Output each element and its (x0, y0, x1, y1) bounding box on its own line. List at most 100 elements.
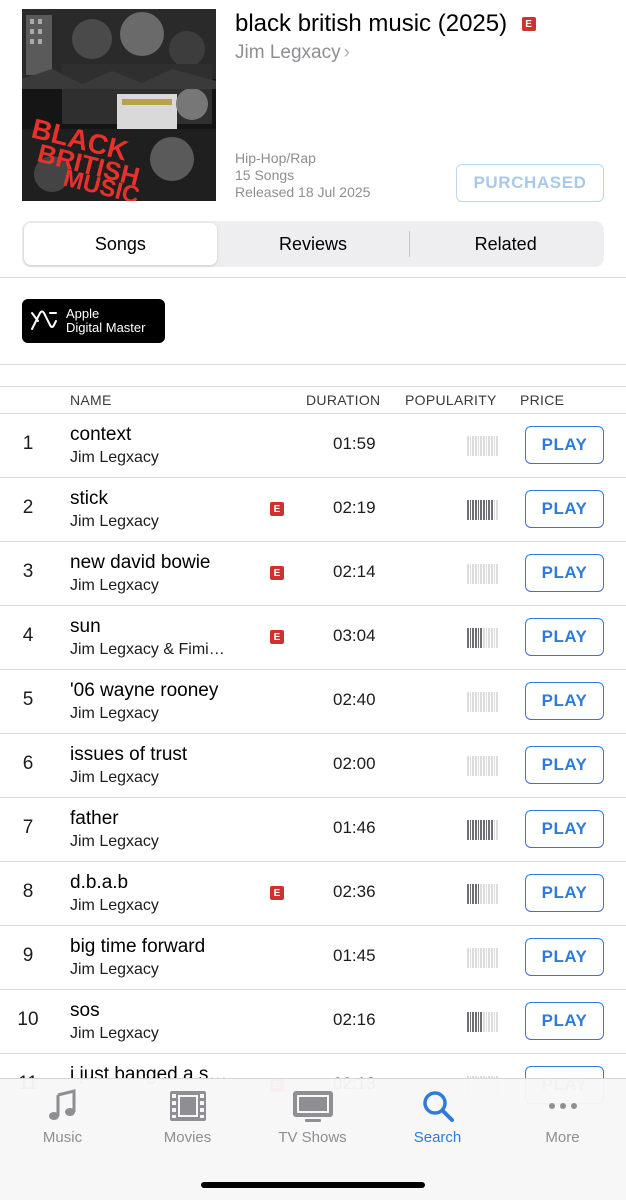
explicit-badge: E (270, 502, 284, 516)
tab-music[interactable]: Music (0, 1089, 125, 1146)
popularity-bar (493, 564, 496, 584)
track-artist: Jim Legxacy (70, 577, 159, 594)
popularity-bar (483, 628, 485, 648)
track-duration: 02:19 (333, 498, 376, 517)
track-row[interactable]: 7 father Jim Legxacy 01:46 PLAY (0, 797, 626, 861)
play-button[interactable]: PLAY (525, 810, 604, 848)
tab-label: Music (42, 1129, 83, 1146)
popularity-bar (485, 884, 488, 904)
track-row[interactable]: 9 big time forward Jim Legxacy 01:45 PLAY (0, 925, 626, 989)
popularity-bar (467, 564, 469, 584)
home-indicator (201, 1182, 425, 1188)
explicit-badge: E (521, 17, 536, 31)
popularity-bar (491, 500, 493, 520)
track-duration: 01:46 (333, 818, 376, 837)
popularity-bar (483, 884, 485, 904)
popularity-bar (488, 692, 491, 712)
popularity-bar (491, 692, 493, 712)
popularity-meter (467, 500, 499, 520)
popularity-bar (496, 692, 499, 712)
popularity-bar (496, 948, 499, 968)
tab-reviews[interactable]: Reviews (217, 223, 410, 265)
track-number: 4 (22, 625, 34, 646)
release-date: Released 18 Jul 2025 (235, 184, 371, 200)
tab-songs[interactable]: Songs (24, 223, 217, 265)
popularity-bar (491, 756, 493, 776)
popularity-meter (467, 564, 499, 584)
purchased-button[interactable]: PURCHASED (456, 164, 604, 202)
track-artist: Jim Legxacy (70, 705, 159, 722)
popularity-bar (472, 436, 475, 456)
album-cover-art: BLACK BRITISH MUSIC (22, 9, 216, 201)
popularity-bar (477, 820, 480, 840)
popularity-bar (475, 820, 477, 840)
track-name: father (70, 808, 119, 829)
popularity-bar (472, 692, 475, 712)
play-button[interactable]: PLAY (525, 1002, 604, 1040)
genre: Hip-Hop/Rap (235, 150, 316, 166)
popularity-bar (472, 756, 475, 776)
play-button[interactable]: PLAY (525, 746, 604, 784)
track-row[interactable]: 6 issues of trust Jim Legxacy 02:00 PLAY (0, 733, 626, 797)
popularity-bar (469, 564, 472, 584)
tab-related[interactable]: Related (409, 223, 602, 265)
popularity-bar (467, 948, 469, 968)
play-button[interactable]: PLAY (525, 938, 604, 976)
album-cover[interactable]: BLACK BRITISH MUSIC (22, 9, 216, 201)
popularity-bar (488, 1012, 491, 1032)
popularity-meter (467, 628, 499, 648)
track-row[interactable]: 4 sun Jim Legxacy & Fimi… E 03:04 PLAY (0, 605, 626, 669)
track-number: 6 (22, 753, 34, 774)
tab-tv-shows[interactable]: TV Shows (250, 1089, 375, 1146)
track-row[interactable]: 8 d.b.a.b Jim Legxacy E 02:36 PLAY (0, 861, 626, 925)
popularity-bar (483, 820, 485, 840)
popularity-bar (491, 820, 493, 840)
track-number: 10 (17, 1009, 39, 1030)
track-row[interactable]: 2 stick Jim Legxacy E 02:19 PLAY (0, 477, 626, 541)
play-button[interactable]: PLAY (525, 618, 604, 656)
popularity-bar (467, 628, 469, 648)
popularity-bar (493, 500, 496, 520)
popularity-meter (467, 756, 499, 776)
popularity-bar (469, 820, 472, 840)
track-row[interactable]: 10 sos Jim Legxacy 02:16 PLAY (0, 989, 626, 1053)
tab-movies[interactable]: Movies (125, 1089, 250, 1146)
play-button[interactable]: PLAY (525, 554, 604, 592)
popularity-bar (475, 500, 477, 520)
track-duration: 02:14 (333, 562, 376, 581)
popularity-bar (483, 500, 485, 520)
popularity-bar (488, 884, 491, 904)
tab-search[interactable]: Search (375, 1089, 500, 1146)
popularity-meter (467, 948, 499, 968)
popularity-bar (483, 564, 485, 584)
track-list: 1 context Jim Legxacy 01:59 PLAY 2 stick Jim Le… (0, 413, 626, 1117)
popularity-bar (485, 628, 488, 648)
popularity-bar (496, 820, 499, 840)
track-name: stick (70, 488, 108, 509)
popularity-bar (488, 948, 491, 968)
track-row[interactable]: 1 context Jim Legxacy 01:59 PLAY (0, 413, 626, 477)
popularity-bar (493, 948, 496, 968)
popularity-bar (475, 564, 477, 584)
popularity-bar (467, 692, 469, 712)
popularity-bar (483, 436, 485, 456)
play-button[interactable]: PLAY (525, 426, 604, 464)
artist-link[interactable]: Jim Legxacy › (235, 42, 350, 64)
popularity-bar (475, 628, 477, 648)
track-number: 1 (22, 433, 34, 454)
tab-more[interactable]: More (500, 1089, 625, 1146)
track-duration: 01:59 (333, 434, 376, 453)
film-icon (169, 1091, 206, 1121)
popularity-bar (488, 436, 491, 456)
popularity-bar (472, 948, 475, 968)
popularity-bar (480, 692, 483, 712)
play-button[interactable]: PLAY (525, 490, 604, 528)
track-row[interactable]: 5 '06 wayne rooney Jim Legxacy 02:40 PLAY (0, 669, 626, 733)
popularity-bar (485, 564, 488, 584)
play-button[interactable]: PLAY (525, 682, 604, 720)
track-row[interactable]: 3 new david bowie Jim Legxacy E 02:14 PLAY (0, 541, 626, 605)
play-button[interactable]: PLAY (525, 874, 604, 912)
popularity-bar (480, 436, 483, 456)
more-icon (548, 1103, 577, 1109)
track-duration: 02:16 (333, 1010, 376, 1029)
